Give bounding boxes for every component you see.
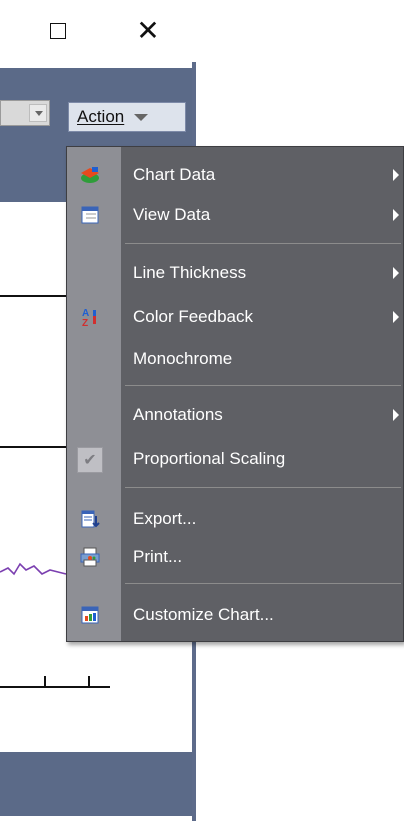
menu-separator: [125, 583, 401, 584]
view-data-icon: [81, 206, 99, 224]
chart-series-line: [0, 562, 67, 576]
menu-item-view-data[interactable]: View Data: [67, 195, 403, 235]
chart-axis-tick: [44, 676, 46, 688]
menu-item-label: View Data: [133, 205, 211, 224]
maximize-button[interactable]: [40, 14, 76, 48]
maximize-icon: [50, 23, 66, 39]
menu-item-label: Line Thickness: [133, 263, 247, 282]
menu-item-label: Print...: [133, 547, 183, 566]
menu-separator: [125, 243, 401, 244]
menu-item-annotations[interactable]: Annotations: [67, 395, 403, 435]
chart-data-icon: [81, 167, 99, 183]
submenu-arrow-icon: [393, 311, 399, 323]
chevron-down-icon: [134, 113, 149, 121]
chart-axis: [0, 686, 110, 688]
menu-item-label: Annotations: [133, 405, 223, 424]
menu-separator: [125, 385, 401, 386]
menu-item-label: Export...: [133, 509, 197, 528]
print-icon: [80, 547, 100, 567]
menu-item-chart-data[interactable]: Chart Data: [67, 155, 403, 195]
menu-item-color-feedback[interactable]: A Z Color Feedback: [67, 297, 403, 337]
check-icon: ✔: [77, 447, 103, 473]
menu-item-line-thickness[interactable]: Line Thickness: [67, 253, 403, 293]
menu-item-label: Proportional Scaling: [133, 449, 286, 468]
action-menu-button[interactable]: Action: [68, 102, 186, 132]
menu-item-label: Color Feedback: [133, 307, 254, 326]
chart-gridline: [0, 446, 66, 448]
view-combobox[interactable]: [0, 100, 50, 126]
menu-item-monochrome[interactable]: Monochrome: [67, 339, 403, 379]
window-titlebar: ✕: [0, 0, 196, 62]
menu-item-label: Customize Chart...: [133, 605, 274, 624]
chart-gridline: [0, 295, 66, 297]
svg-text:Z: Z: [82, 318, 88, 328]
menu-item-print[interactable]: Print...: [67, 537, 403, 577]
export-icon: [81, 510, 100, 528]
menu-item-export[interactable]: Export...: [67, 499, 403, 539]
chart-axis-tick: [88, 676, 90, 688]
menu-item-label: Monochrome: [133, 349, 233, 368]
submenu-arrow-icon: [393, 267, 399, 279]
close-button[interactable]: ✕: [130, 14, 166, 48]
submenu-arrow-icon: [393, 209, 399, 221]
frame-bottom-area: [0, 752, 192, 820]
menu-separator: [125, 487, 401, 488]
submenu-arrow-icon: [393, 169, 399, 181]
close-icon: ✕: [136, 14, 160, 47]
submenu-arrow-icon: [393, 409, 399, 421]
combo-dropdown-icon[interactable]: [29, 104, 47, 122]
menu-item-label: Chart Data: [133, 165, 216, 184]
menu-item-proportional-scaling[interactable]: ✔ Proportional Scaling: [67, 439, 403, 479]
action-button-label: Action: [77, 107, 125, 126]
color-feedback-icon: A Z: [82, 308, 96, 328]
frame-bottom-strip: [0, 816, 196, 821]
action-context-menu: Chart Data View Data Line Thickness A Z …: [66, 146, 404, 642]
menu-item-customize-chart[interactable]: Customize Chart...: [67, 595, 403, 635]
customize-chart-icon: [81, 606, 99, 624]
